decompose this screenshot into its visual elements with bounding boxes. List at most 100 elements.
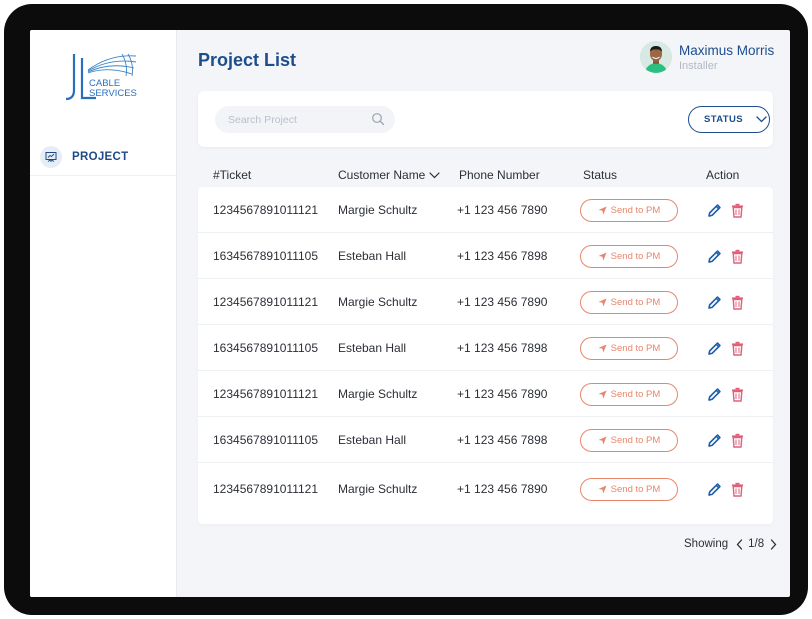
edit-pencil-icon[interactable] bbox=[706, 248, 722, 264]
company-logo: CABLE SERVICES bbox=[62, 50, 142, 106]
app-screen: CABLE SERVICES PROJECT Project List Maxi… bbox=[30, 30, 790, 597]
status-cell: Send to PM bbox=[580, 187, 678, 233]
phone-cell: +1 123 456 7898 bbox=[457, 341, 548, 355]
status-filter-label: STATUS bbox=[704, 114, 743, 125]
delete-trash-icon[interactable] bbox=[729, 202, 745, 218]
logo-line-services: SERVICES bbox=[89, 88, 137, 99]
ticket-cell: 1234567891011121 bbox=[213, 387, 318, 401]
status-cell: Send to PM bbox=[580, 371, 678, 417]
delete-trash-icon[interactable] bbox=[729, 481, 745, 497]
table-row: 1234567891011121 Margie Schultz +1 123 4… bbox=[198, 187, 773, 233]
action-cell bbox=[706, 187, 745, 233]
customer-name-cell: Margie Schultz bbox=[338, 387, 418, 401]
column-header-customer[interactable]: Customer Name bbox=[338, 168, 440, 182]
status-cell: Send to PM bbox=[580, 233, 678, 279]
user-role: Installer bbox=[679, 60, 718, 72]
delete-trash-icon[interactable] bbox=[729, 386, 745, 402]
chevron-left-icon[interactable] bbox=[734, 537, 744, 551]
send-icon bbox=[598, 297, 607, 307]
delete-trash-icon[interactable] bbox=[729, 248, 745, 264]
presentation-board-icon bbox=[40, 145, 62, 168]
user-avatar[interactable] bbox=[640, 41, 672, 73]
ticket-cell: 1234567891011121 bbox=[213, 295, 318, 309]
column-header-action: Action bbox=[706, 168, 740, 182]
table-row: 1234567891011121 Margie Schultz +1 123 4… bbox=[198, 371, 773, 417]
page-title: Project List bbox=[198, 50, 297, 70]
send-to-pm-label: Send to PM bbox=[610, 296, 661, 308]
column-header-ticket: #Ticket bbox=[213, 168, 252, 182]
sidebar: CABLE SERVICES PROJECT bbox=[30, 30, 177, 597]
customer-name-cell: Margie Schultz bbox=[338, 295, 418, 309]
action-cell bbox=[706, 325, 745, 371]
table-header: #Ticket Customer Name Phone Number Statu… bbox=[198, 168, 773, 184]
send-to-pm-button[interactable]: Send to PM bbox=[580, 290, 678, 314]
chevron-down-icon bbox=[756, 116, 767, 123]
search-box bbox=[215, 106, 395, 133]
ticket-cell: 1634567891011105 bbox=[213, 433, 318, 447]
chevron-right-icon[interactable] bbox=[768, 537, 778, 551]
send-to-pm-label: Send to PM bbox=[610, 342, 661, 354]
device-frame: CABLE SERVICES PROJECT Project List Maxi… bbox=[4, 4, 808, 615]
column-header-customer-label: Customer Name bbox=[338, 168, 426, 182]
phone-cell: +1 123 456 7890 bbox=[457, 482, 548, 496]
edit-pencil-icon[interactable] bbox=[706, 481, 722, 497]
edit-pencil-icon[interactable] bbox=[706, 432, 722, 448]
send-icon bbox=[598, 343, 607, 353]
action-cell bbox=[706, 417, 745, 463]
ticket-cell: 1634567891011105 bbox=[213, 341, 318, 355]
status-cell: Send to PM bbox=[580, 279, 678, 325]
status-filter-dropdown[interactable]: STATUS bbox=[688, 106, 770, 133]
status-cell: Send to PM bbox=[580, 417, 678, 463]
edit-pencil-icon[interactable] bbox=[706, 294, 722, 310]
customer-name-cell: Esteban Hall bbox=[338, 249, 407, 263]
send-to-pm-button[interactable]: Send to PM bbox=[580, 428, 678, 452]
edit-pencil-icon[interactable] bbox=[706, 340, 722, 356]
action-cell bbox=[706, 463, 745, 515]
filter-bar: STATUS bbox=[198, 91, 773, 147]
action-cell bbox=[706, 371, 745, 417]
phone-cell: +1 123 456 7890 bbox=[457, 295, 548, 309]
table-row: 1634567891011105 Esteban Hall +1 123 456… bbox=[198, 325, 773, 371]
search-icon[interactable] bbox=[371, 112, 385, 126]
send-to-pm-label: Send to PM bbox=[610, 204, 661, 216]
send-to-pm-button[interactable]: Send to PM bbox=[580, 382, 678, 406]
pagination-page: 1/8 bbox=[748, 538, 765, 550]
send-icon bbox=[598, 484, 607, 494]
ticket-cell: 1234567891011121 bbox=[213, 203, 318, 217]
action-cell bbox=[706, 233, 745, 279]
send-to-pm-button[interactable]: Send to PM bbox=[580, 198, 678, 222]
delete-trash-icon[interactable] bbox=[729, 340, 745, 356]
send-to-pm-label: Send to PM bbox=[610, 250, 661, 262]
send-icon bbox=[598, 389, 607, 399]
edit-pencil-icon[interactable] bbox=[706, 202, 722, 218]
ticket-cell: 1234567891011121 bbox=[213, 482, 318, 496]
status-cell: Send to PM bbox=[580, 325, 678, 371]
send-to-pm-button[interactable]: Send to PM bbox=[580, 477, 678, 501]
sidebar-item-project[interactable]: PROJECT bbox=[30, 138, 177, 176]
send-to-pm-button[interactable]: Send to PM bbox=[580, 244, 678, 268]
delete-trash-icon[interactable] bbox=[729, 294, 745, 310]
table-row: 1234567891011121 Margie Schultz +1 123 4… bbox=[198, 279, 773, 325]
edit-pencil-icon[interactable] bbox=[706, 386, 722, 402]
pagination: Showing 1/8 bbox=[684, 536, 778, 552]
delete-trash-icon[interactable] bbox=[729, 432, 745, 448]
project-table: 1234567891011121 Margie Schultz +1 123 4… bbox=[198, 187, 773, 524]
phone-cell: +1 123 456 7890 bbox=[457, 203, 548, 217]
customer-name-cell: Margie Schultz bbox=[338, 482, 418, 496]
user-name[interactable]: Maximus Morris bbox=[679, 43, 774, 58]
table-row: 1634567891011105 Esteban Hall +1 123 456… bbox=[198, 233, 773, 279]
sidebar-item-label: PROJECT bbox=[72, 150, 129, 163]
sort-chevron-down-icon bbox=[429, 171, 440, 178]
phone-cell: +1 123 456 7898 bbox=[457, 249, 548, 263]
send-icon bbox=[598, 205, 607, 215]
ticket-cell: 1634567891011105 bbox=[213, 249, 318, 263]
column-header-status: Status bbox=[583, 168, 618, 182]
phone-cell: +1 123 456 7890 bbox=[457, 387, 548, 401]
send-to-pm-button[interactable]: Send to PM bbox=[580, 336, 678, 360]
table-row: 1634567891011105 Esteban Hall +1 123 456… bbox=[198, 417, 773, 463]
search-input[interactable] bbox=[228, 113, 368, 126]
customer-name-cell: Esteban Hall bbox=[338, 433, 407, 447]
customer-name-cell: Esteban Hall bbox=[338, 341, 407, 355]
table-row: 1234567891011121 Margie Schultz +1 123 4… bbox=[198, 463, 773, 515]
send-to-pm-label: Send to PM bbox=[610, 483, 661, 495]
